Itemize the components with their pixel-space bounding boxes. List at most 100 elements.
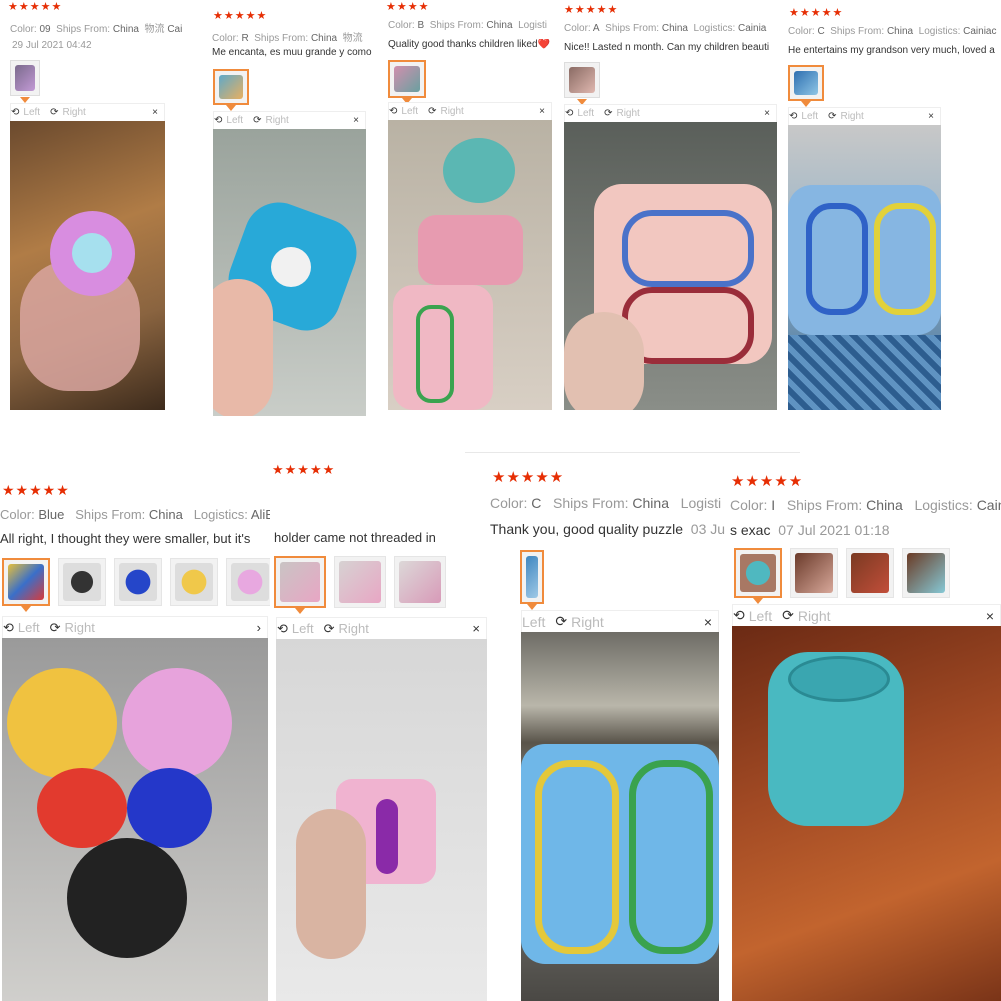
review-card-8: ★★★★★ Color: C Ships From: China Logisti… <box>488 462 728 1001</box>
review-thumbnail[interactable] <box>274 556 326 614</box>
rotate-left-button[interactable]: Left <box>226 115 243 126</box>
rotate-right-button[interactable]: Right <box>339 621 369 636</box>
close-icon[interactable]: × <box>152 107 158 118</box>
rotate-right-icon[interactable]: ⟳ <box>50 107 58 118</box>
review-photo <box>732 626 1001 1001</box>
rotate-left-icon[interactable]: ⟲ <box>733 607 745 624</box>
image-viewer-toolbar: ⟲ Left ⟳ Right × <box>388 102 552 120</box>
rotate-right-icon[interactable]: ⟳ <box>50 620 61 636</box>
rating-stars: ★★★★★ <box>789 7 844 19</box>
review-text: Quality good thanks children liked❤️ <box>388 39 550 50</box>
rotate-right-button[interactable]: Right <box>440 106 463 117</box>
review-thumbnail[interactable] <box>846 548 894 598</box>
review-photo <box>2 638 268 1001</box>
review-date: 07 Jul 2021 01:18 <box>778 522 890 538</box>
review-thumbnail[interactable] <box>790 548 838 598</box>
review-thumbnail[interactable] <box>10 60 40 103</box>
review-thumbnail[interactable] <box>114 558 162 606</box>
review-meta: Color: B Ships From: China Logisti <box>388 20 547 31</box>
image-viewer-toolbar: ⟲ Left ⟳ Right × <box>213 111 366 129</box>
review-thumbnail[interactable] <box>520 550 544 610</box>
close-icon[interactable]: × <box>986 608 994 624</box>
review-photo <box>10 121 165 410</box>
review-card-7: ★★★★★ holder came not threaded in ⟲ Left… <box>272 460 490 1001</box>
rotate-right-icon[interactable]: ⟳ <box>828 111 836 122</box>
review-thumbnail[interactable] <box>734 548 782 604</box>
rotate-right-icon[interactable]: ⟳ <box>253 115 261 126</box>
thumbnail-strip <box>274 556 446 614</box>
rotate-left-icon[interactable]: ⟲ <box>3 620 14 636</box>
review-meta: Color: I Ships From: China Logistics: Ca… <box>730 497 1001 513</box>
close-icon[interactable]: × <box>539 106 545 117</box>
rotate-right-icon[interactable]: ⟳ <box>782 607 794 624</box>
review-card-5: ★★★★★ Color: C Ships From: China Logisti… <box>785 0 1001 420</box>
review-card-2: ★★★★★ Color: R Ships From: China 物流 Me e… <box>205 0 385 420</box>
rotate-right-icon[interactable]: ⟳ <box>604 108 612 119</box>
review-date: 29 Jul 2021 04:42 <box>12 40 92 51</box>
rating-stars: ★★★★★ <box>2 482 70 498</box>
close-icon[interactable]: × <box>472 621 480 636</box>
rotate-right-button[interactable]: Right <box>265 115 288 126</box>
rotate-right-icon[interactable]: ⟳ <box>324 621 335 637</box>
rotate-right-button[interactable]: Right <box>571 614 604 630</box>
image-viewer-toolbar: ⟲ Left ⟳ Right × <box>10 103 165 121</box>
close-icon[interactable]: × <box>704 614 712 630</box>
review-thumbnail[interactable] <box>170 558 218 606</box>
rotate-right-icon[interactable]: ⟳ <box>555 613 567 630</box>
rotate-left-button[interactable]: Left <box>522 614 545 630</box>
next-icon[interactable]: › <box>257 620 261 635</box>
review-text: He entertains my grandson very much, lov… <box>788 45 995 56</box>
review-thumbnail[interactable] <box>2 558 50 612</box>
review-photo <box>564 122 777 410</box>
close-icon[interactable]: × <box>928 111 934 122</box>
rotate-left-icon[interactable]: ⟲ <box>277 621 288 637</box>
image-viewer-toolbar: ⟲ Left ⟳ Right › <box>2 616 268 638</box>
review-card-4: ★★★★★ Color: A Ships From: China Logisti… <box>560 0 785 420</box>
rotate-right-button[interactable]: Right <box>65 620 95 635</box>
rotate-right-button[interactable]: Right <box>62 107 85 118</box>
rotate-left-button[interactable]: Left <box>577 108 594 119</box>
review-text: All right, I thought they were smaller, … <box>0 531 251 546</box>
review-thumbnail[interactable] <box>213 69 249 111</box>
rating-stars: ★★★★★ <box>272 462 336 477</box>
review-thumbnail[interactable] <box>394 556 446 608</box>
review-thumbnail[interactable] <box>564 62 600 105</box>
review-thumbnail[interactable] <box>902 548 950 598</box>
review-meta: Color: 09 Ships From: China 物流 Cai <box>10 24 183 35</box>
rotate-left-button[interactable]: Left <box>18 620 40 635</box>
review-meta: Color: C Ships From: China Logisti <box>490 495 722 511</box>
review-thumbnail[interactable] <box>226 558 270 606</box>
review-text: s exac 07 Jul 2021 01:18 <box>730 522 890 538</box>
rotate-left-icon[interactable]: ⟲ <box>214 115 222 126</box>
rotate-left-button[interactable]: Left <box>292 621 314 636</box>
rotate-left-button[interactable]: Left <box>801 111 818 122</box>
rotate-right-button[interactable]: Right <box>840 111 863 122</box>
review-thumbnail[interactable] <box>334 556 386 608</box>
image-viewer-toolbar: Left ⟳ Right × <box>521 610 719 632</box>
review-thumbnail[interactable] <box>58 558 106 606</box>
close-icon[interactable]: × <box>353 115 359 126</box>
review-photo <box>521 632 719 1001</box>
review-text: Thank you, good quality puzzle 03 Ju <box>490 521 726 537</box>
review-thumbnail[interactable] <box>788 65 824 107</box>
rotate-left-button[interactable]: Left <box>749 608 772 624</box>
rotate-left-button[interactable]: Left <box>23 107 40 118</box>
rotate-left-icon[interactable]: ⟲ <box>11 107 19 118</box>
review-photo <box>276 639 487 1001</box>
review-text: Me encanta, es muu grande y como <box>212 47 372 58</box>
rotate-left-icon[interactable]: ⟲ <box>389 106 397 117</box>
image-viewer-toolbar: ⟲ Left ⟳ Right × <box>276 617 487 639</box>
rotate-right-button[interactable]: Right <box>798 608 831 624</box>
rotate-left-icon[interactable]: ⟲ <box>789 111 797 122</box>
review-meta: Color: Blue Ships From: China Logistics:… <box>0 507 270 522</box>
image-viewer-toolbar: ⟲ Left ⟳ Right × <box>788 107 941 125</box>
review-photo <box>388 120 552 410</box>
rotate-left-icon[interactable]: ⟲ <box>565 108 573 119</box>
rotate-right-button[interactable]: Right <box>616 108 639 119</box>
close-icon[interactable]: × <box>764 108 770 119</box>
rating-stars: ★★★★★ <box>731 473 804 490</box>
rating-stars: ★★★★★ <box>8 1 63 13</box>
rotate-right-icon[interactable]: ⟳ <box>428 106 436 117</box>
review-thumbnail[interactable] <box>388 60 426 104</box>
rotate-left-button[interactable]: Left <box>401 106 418 117</box>
